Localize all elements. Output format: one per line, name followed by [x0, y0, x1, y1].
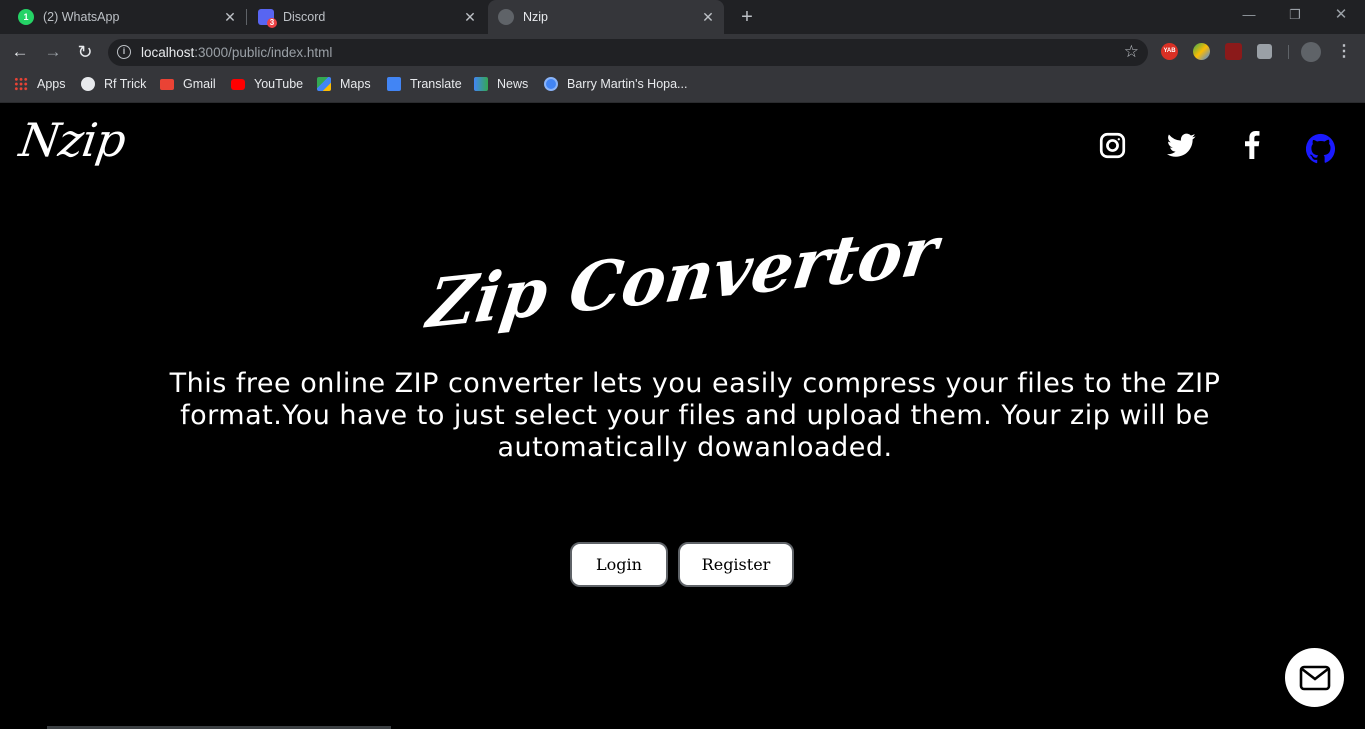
bookmark-youtube[interactable]: YouTube [231, 70, 303, 98]
restore-icon[interactable]: ❐ [1284, 6, 1306, 24]
close-tab-icon[interactable]: ✕ [222, 9, 238, 25]
tab-nzip[interactable]: Nzip ✕ [488, 0, 724, 34]
brand-logo[interactable]: Nzip [16, 113, 128, 167]
youtube-icon [231, 78, 245, 90]
page-headline: Zip Convertor [422, 210, 943, 344]
gmail-icon [160, 78, 174, 90]
github-icon[interactable] [1306, 133, 1336, 163]
close-tab-icon[interactable]: ✕ [462, 9, 478, 25]
facebook-icon[interactable] [1237, 130, 1267, 160]
globe-icon [81, 77, 95, 91]
minimize-icon[interactable]: — [1238, 6, 1260, 24]
window-close-icon[interactable]: ✕ [1330, 6, 1352, 24]
bookmark-barry-martin[interactable]: Barry Martin's Hopa... [544, 70, 687, 98]
instagram-icon[interactable] [1097, 130, 1127, 160]
globe-icon [498, 9, 514, 25]
tab-title: Nzip [523, 10, 549, 24]
translate-icon [387, 77, 401, 91]
tab-divider [246, 9, 247, 25]
tab-whatsapp[interactable]: 1 (2) WhatsApp ✕ [10, 0, 246, 34]
new-tab-button[interactable]: + [738, 7, 756, 27]
browser-tab-strip: 1 (2) WhatsApp ✕ 3 Discord ✕ Nzip ✕ + — … [0, 0, 1365, 34]
tab-discord[interactable]: 3 Discord ✕ [250, 0, 486, 34]
whatsapp-icon: 1 [18, 9, 34, 25]
browser-toolbar: ← → ↻ i localhost:3000/public/index.html… [0, 34, 1365, 70]
page-content: Nzip Zip Convertor This free online ZIP … [0, 103, 1365, 729]
news-icon [474, 77, 488, 91]
menu-kebab-icon[interactable]: ⋮ [1336, 42, 1352, 62]
apps-grid-icon [14, 77, 28, 91]
address-bar[interactable]: i localhost:3000/public/index.html ☆ [108, 39, 1148, 66]
bookmark-apps[interactable]: Apps [14, 70, 66, 98]
url-text: localhost:3000/public/index.html [141, 45, 333, 60]
bookmark-star-icon[interactable]: ☆ [1124, 42, 1139, 62]
extension-icon[interactable] [1257, 44, 1272, 59]
pdf-extension-icon[interactable] [1225, 43, 1242, 60]
tab-title: (2) WhatsApp [43, 10, 120, 24]
login-button[interactable]: Login [570, 542, 668, 587]
contact-mail-button[interactable] [1285, 648, 1344, 707]
reload-icon[interactable]: ↻ [74, 41, 96, 63]
maps-icon [317, 77, 331, 91]
twitter-icon[interactable] [1166, 130, 1196, 160]
chrome-web-icon [544, 77, 558, 91]
bookmark-news[interactable]: News [474, 70, 528, 98]
site-info-icon[interactable]: i [117, 45, 131, 59]
bookmark-translate[interactable]: Translate [387, 70, 462, 98]
yab-extension-icon[interactable]: YAB [1161, 43, 1178, 60]
bookmarks-bar: Apps Rf Trick Gmail YouTube Maps Transla… [0, 70, 1365, 103]
bookmark-maps[interactable]: Maps [317, 70, 371, 98]
back-arrow-icon[interactable]: ← [9, 41, 31, 63]
extension-icon[interactable] [1193, 43, 1210, 60]
bookmark-gmail[interactable]: Gmail [160, 70, 216, 98]
discord-icon: 3 [258, 9, 277, 28]
tab-title: Discord [283, 10, 326, 24]
forward-arrow-icon[interactable]: → [42, 41, 64, 63]
mail-icon [1299, 665, 1330, 690]
close-tab-icon[interactable]: ✕ [700, 9, 716, 25]
profile-avatar[interactable] [1301, 42, 1321, 62]
toolbar-divider [1288, 45, 1289, 59]
register-button[interactable]: Register [678, 542, 794, 587]
page-description: This free online ZIP converter lets you … [169, 368, 1221, 463]
bookmark-rf-trick[interactable]: Rf Trick [81, 70, 146, 98]
